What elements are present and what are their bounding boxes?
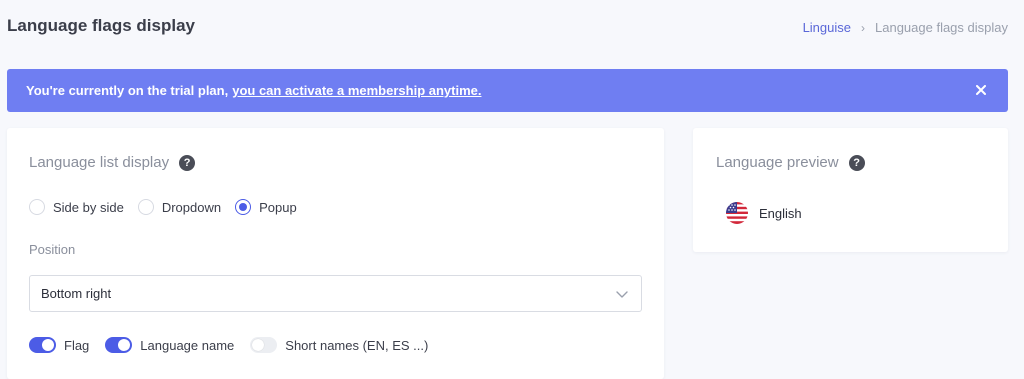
us-flag-icon: [726, 202, 748, 224]
preview-language-item[interactable]: English: [726, 202, 802, 224]
display-mode-radio-group: Side by side Dropdown Popup: [29, 199, 311, 215]
page-title: Language flags display: [7, 16, 195, 35]
language-preview-title: Language preview ?: [716, 154, 865, 171]
breadcrumb-link-linguise[interactable]: Linguise: [803, 20, 851, 35]
toggle-short-names[interactable]: Short names (EN, ES ...): [250, 337, 428, 353]
preview-language-label: English: [759, 205, 802, 221]
radio-label: Dropdown: [161, 199, 222, 215]
radio-dropdown[interactable]: Dropdown: [137, 199, 222, 215]
toggle-switch-on[interactable]: [105, 337, 133, 353]
language-list-display-title: Language list display ?: [29, 154, 196, 171]
radio-circle-checked[interactable]: [235, 199, 252, 215]
page: Language flags display Linguise › Langua…: [0, 0, 1024, 379]
close-alert-button[interactable]: [972, 81, 990, 99]
position-label: Position: [29, 242, 76, 257]
radio-label: Side by side: [53, 199, 124, 215]
radio-circle[interactable]: [29, 199, 45, 215]
toggle-flag[interactable]: Flag: [29, 337, 89, 353]
close-icon: [976, 85, 986, 95]
radio-label: Popup: [259, 199, 297, 215]
radio-popup[interactable]: Popup: [235, 199, 297, 215]
help-icon[interactable]: ?: [848, 154, 865, 171]
breadcrumb-separator: ›: [861, 20, 865, 35]
language-preview-card: Language preview ? English: [693, 128, 1008, 252]
radio-side-by-side[interactable]: Side by side: [29, 199, 124, 215]
card-title-text: Language list display: [29, 154, 170, 171]
help-icon[interactable]: ?: [179, 154, 196, 171]
activate-membership-link[interactable]: you can activate a membership anytime.: [232, 83, 481, 98]
breadcrumb: Linguise › Language flags display: [803, 20, 1008, 35]
position-select[interactable]: Bottom right: [29, 275, 642, 312]
alert-text: You're currently on the trial plan,: [26, 83, 229, 98]
toggle-label: Language name: [140, 337, 235, 353]
toggle-label: Flag: [64, 337, 90, 353]
toggle-language-name[interactable]: Language name: [105, 337, 234, 353]
toggle-switch-on[interactable]: [29, 337, 56, 353]
breadcrumb-current: Language flags display: [875, 20, 1008, 35]
chevron-down-icon: [616, 291, 628, 298]
card-title-text: Language preview: [716, 154, 839, 171]
display-options-toggles: Flag Language name Short names (EN, ES .…: [29, 337, 444, 353]
language-list-display-card: Language list display ? Side by side Dro…: [7, 128, 664, 379]
trial-alert: You're currently on the trial plan, you …: [7, 69, 1008, 112]
toggle-switch-off[interactable]: [250, 337, 278, 353]
position-select-value: Bottom right: [41, 286, 112, 301]
toggle-label: Short names (EN, ES ...): [285, 337, 429, 353]
radio-circle[interactable]: [137, 199, 154, 215]
